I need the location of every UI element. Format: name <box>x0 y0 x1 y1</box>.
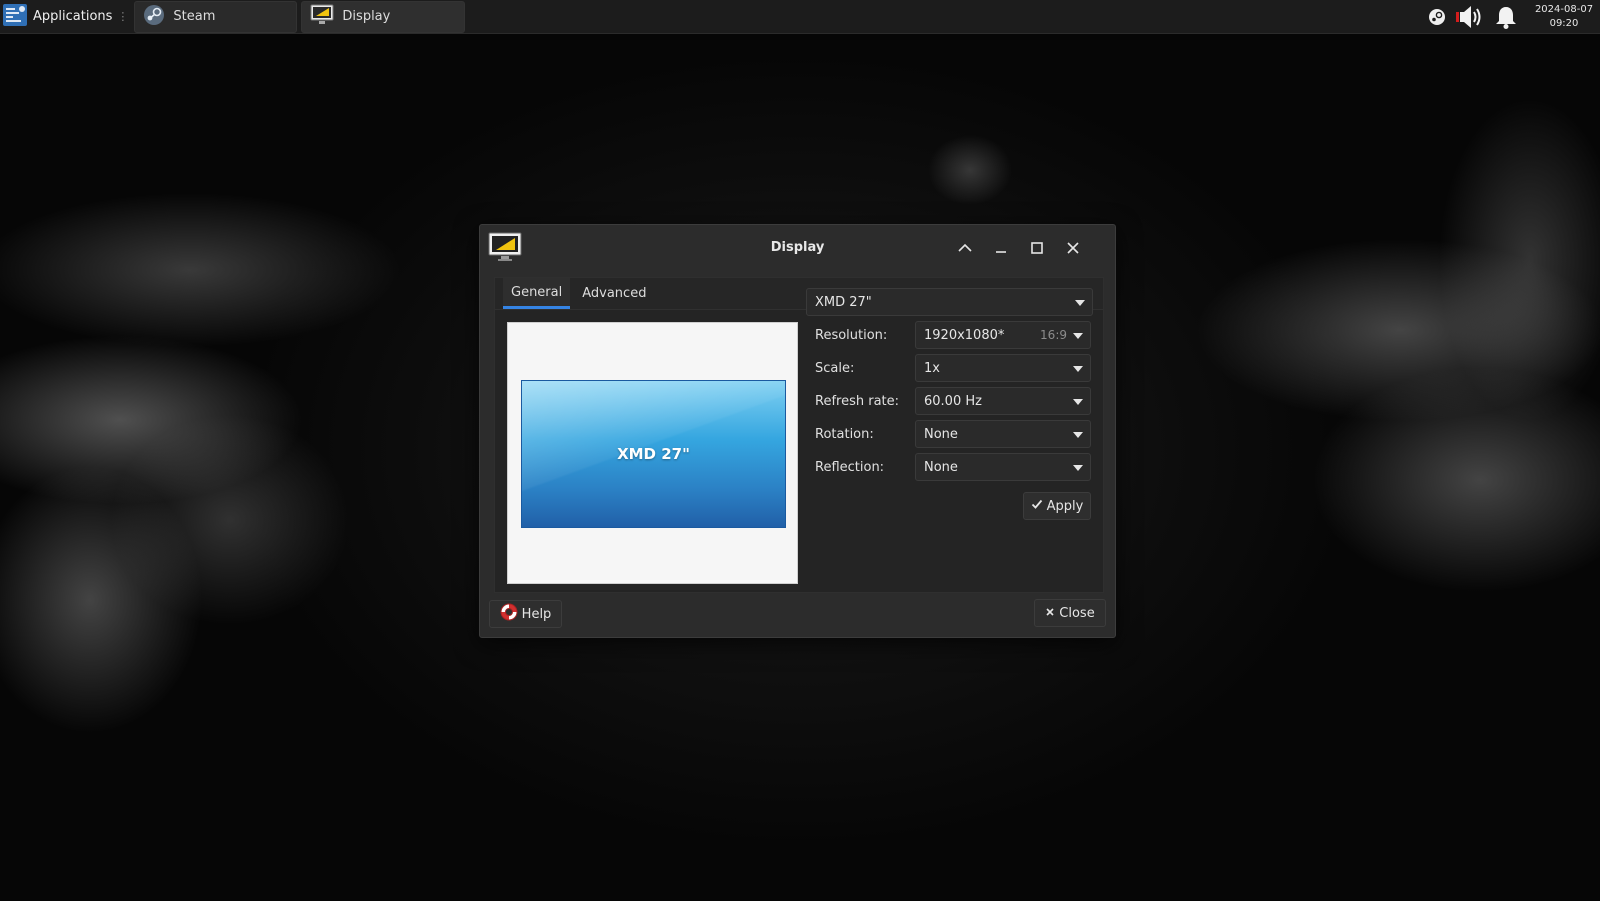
tab-advanced[interactable]: Advanced <box>574 278 654 309</box>
settings-notebook: General Advanced XMD 27" XMD 27" Resolut… <box>494 277 1104 593</box>
roll-up-button[interactable] <box>954 237 976 259</box>
close-label: Close <box>1059 605 1095 621</box>
refresh-rate-value: 60.00 Hz <box>924 393 982 409</box>
clock-date: 2024-08-07 <box>1534 4 1594 15</box>
refresh-rate-select[interactable]: 60.00 Hz <box>915 387 1091 415</box>
system-tray: 2024-08-07 09:20 <box>1420 0 1600 34</box>
chevron-down-icon <box>1073 366 1083 372</box>
minimize-icon <box>996 251 1006 253</box>
maximize-icon <box>1031 242 1043 254</box>
chevron-down-icon <box>1073 333 1083 339</box>
rotation-value: None <box>924 426 958 442</box>
top-panel: Applications ⋮ Steam Display 2024-08-07 … <box>0 0 1600 34</box>
taskbar-item-label: Steam <box>173 9 216 24</box>
taskbar-item-display[interactable]: Display <box>301 0 466 33</box>
refresh-rate-label: Refresh rate: <box>815 393 900 409</box>
tab-general[interactable]: General <box>503 278 571 309</box>
taskbar-item-label: Display <box>342 9 391 24</box>
rotation-select[interactable]: None <box>915 420 1091 448</box>
reflection-value: None <box>924 459 958 475</box>
dialog-title: Display <box>770 240 825 255</box>
applications-menu-icon <box>2 2 28 32</box>
display-dialog: Display General Advanced XMD 27" XMD 27" <box>479 224 1116 638</box>
monitor-layout-preview: XMD 27" <box>507 322 798 584</box>
close-button[interactable]: Close <box>1034 599 1106 627</box>
chevron-down-icon <box>1073 399 1083 405</box>
help-lifebuoy-icon <box>500 603 518 625</box>
notification-bell-icon[interactable] <box>1494 4 1518 30</box>
dialog-titlebar[interactable]: Display <box>480 225 1115 271</box>
apply-label: Apply <box>1046 498 1084 514</box>
resolution-value: 1920x1080* <box>924 327 1005 343</box>
reflection-select[interactable]: None <box>915 453 1091 481</box>
applications-menu-label: Applications <box>33 9 113 24</box>
clock[interactable]: 2024-08-07 09:20 <box>1528 3 1600 31</box>
display-select[interactable]: XMD 27" <box>806 288 1093 316</box>
display-select-value: XMD 27" <box>815 294 872 310</box>
volume-icon[interactable] <box>1454 4 1486 30</box>
display-icon <box>310 3 334 31</box>
close-x-icon <box>1045 606 1055 621</box>
resolution-select[interactable]: 1920x1080* 16:9 <box>915 321 1091 349</box>
window-close-button[interactable] <box>1062 237 1084 259</box>
monitor-tile[interactable]: XMD 27" <box>521 380 786 528</box>
chevron-up-icon <box>958 243 972 252</box>
scale-select[interactable]: 1x <box>915 354 1091 382</box>
chevron-down-icon <box>1075 300 1085 306</box>
steam-icon <box>143 4 165 30</box>
reflection-label: Reflection: <box>815 459 885 475</box>
monitor-tile-label: XMD 27" <box>617 445 690 463</box>
checkmark-icon <box>1031 498 1043 514</box>
maximize-button[interactable] <box>1026 237 1048 259</box>
chevron-down-icon <box>1073 432 1083 438</box>
help-label: Help <box>521 606 552 622</box>
applications-menu-button[interactable]: Applications ⋮ <box>0 0 134 34</box>
chevron-down-icon <box>1073 465 1083 471</box>
resolution-label: Resolution: <box>815 327 888 343</box>
apply-button[interactable]: Apply <box>1023 492 1091 520</box>
applications-menu-separator: ⋮ <box>117 10 129 23</box>
steam-tray-icon[interactable] <box>1428 8 1446 26</box>
help-button[interactable]: Help <box>489 600 562 628</box>
minimize-button[interactable] <box>990 237 1012 259</box>
rotation-label: Rotation: <box>815 426 874 442</box>
close-icon <box>1067 242 1079 254</box>
aspect-ratio: 16:9 <box>1040 328 1067 342</box>
scale-value: 1x <box>924 360 940 376</box>
scale-label: Scale: <box>815 360 855 376</box>
taskbar-item-steam[interactable]: Steam <box>134 0 298 33</box>
clock-time: 09:20 <box>1549 18 1579 29</box>
